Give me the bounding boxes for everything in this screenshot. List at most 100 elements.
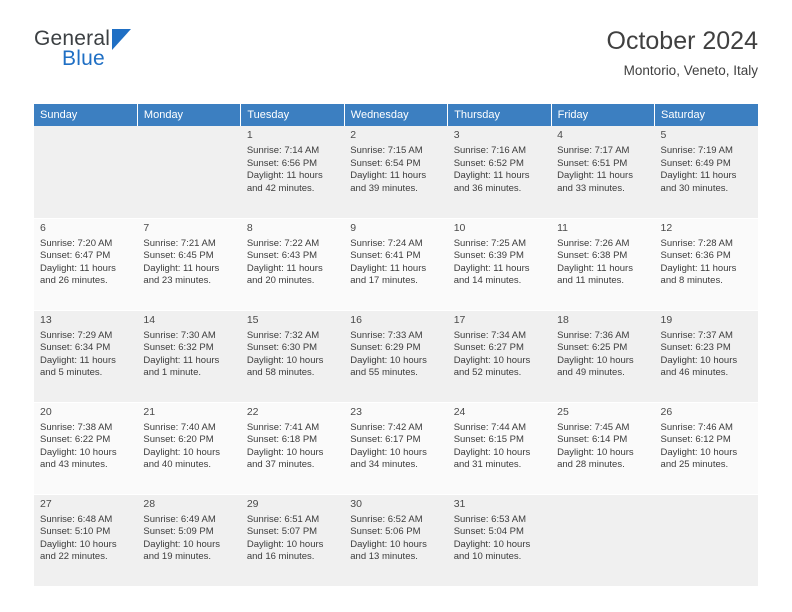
day-detail-line: Daylight: 10 hours bbox=[453, 446, 531, 458]
calendar-day-cell[interactable]: 27 Sunrise: 6:48 AM Sunset: 5:10 PM Dayligh… bbox=[34, 494, 138, 587]
day-detail-line: Daylight: 10 hours bbox=[660, 354, 738, 366]
day-detail-line: Sunset: 6:49 PM bbox=[660, 157, 731, 169]
calendar-day-cell[interactable]: 17 Sunrise: 7:34 AM Sunset: 6:27 PM Dayligh… bbox=[447, 310, 552, 403]
calendar-cell-empty bbox=[34, 126, 138, 219]
calendar-day-cell[interactable]: 5 Sunrise: 7:19 AM Sunset: 6:49 PM Daylight… bbox=[654, 126, 758, 219]
day-number: 18 bbox=[557, 313, 569, 326]
calendar-day-cell[interactable]: 25 Sunrise: 7:45 AM Sunset: 6:14 PM Dayligh… bbox=[551, 402, 655, 495]
day-number: 31 bbox=[453, 497, 466, 510]
day-detail-line: and 10 minutes. bbox=[453, 551, 522, 563]
day-detail-line: Sunset: 5:09 PM bbox=[143, 526, 214, 538]
day-detail-line: and 37 minutes. bbox=[246, 459, 315, 471]
day-detail-line: Sunset: 6:12 PM bbox=[660, 434, 731, 446]
calendar-day-cell[interactable]: 18 Sunrise: 7:36 AM Sunset: 6:25 PM Dayligh… bbox=[551, 310, 655, 403]
day-detail-line: Sunrise: 7:32 AM bbox=[246, 329, 320, 341]
day-detail-line: Sunset: 6:15 PM bbox=[453, 434, 524, 446]
day-detail-line: Sunrise: 7:25 AM bbox=[453, 237, 527, 249]
calendar-day-cell[interactable]: 1 Sunrise: 7:14 AM Sunset: 6:56 PM Daylight… bbox=[240, 126, 345, 219]
calendar-day-cell[interactable]: 13 Sunrise: 7:29 AM Sunset: 6:34 PM Dayligh… bbox=[34, 310, 138, 403]
brand-logo: General Blue bbox=[34, 28, 244, 76]
calendar-day-cell[interactable]: 8 Sunrise: 7:22 AM Sunset: 6:43 PM Daylight… bbox=[240, 218, 345, 311]
day-detail-line: Sunset: 6:56 PM bbox=[246, 157, 318, 169]
calendar-day-cell[interactable]: 10 Sunrise: 7:25 AM Sunset: 6:39 PM Dayligh… bbox=[447, 218, 552, 311]
day-detail-line: Sunset: 5:07 PM bbox=[246, 526, 318, 538]
calendar-week-row: 27 Sunrise: 6:48 AM Sunset: 5:10 PM Dayligh… bbox=[34, 494, 758, 587]
day-detail-line: and 1 minute. bbox=[143, 367, 201, 379]
calendar-week-row: 20 Sunrise: 7:38 AM Sunset: 6:22 PM Dayligh… bbox=[34, 402, 758, 495]
day-detail-line: and 34 minutes. bbox=[350, 459, 418, 471]
calendar-day-cell[interactable]: 4 Sunrise: 7:17 AM Sunset: 6:51 PM Daylight… bbox=[551, 126, 655, 219]
day-number: 27 bbox=[40, 497, 52, 510]
calendar-day-cell[interactable]: 24 Sunrise: 7:44 AM Sunset: 6:15 PM Dayligh… bbox=[447, 402, 552, 495]
calendar-day-cell[interactable]: 21 Sunrise: 7:40 AM Sunset: 6:20 PM Dayligh… bbox=[137, 402, 241, 495]
day-detail-line: Daylight: 10 hours bbox=[557, 446, 634, 458]
calendar-day-cell[interactable]: 7 Sunrise: 7:21 AM Sunset: 6:45 PM Daylight… bbox=[137, 218, 241, 311]
calendar-day-cell[interactable]: 30 Sunrise: 6:52 AM Sunset: 5:06 PM Dayligh… bbox=[344, 494, 448, 587]
day-detail-line: and 14 minutes. bbox=[453, 275, 522, 287]
calendar-cell-empty bbox=[551, 494, 655, 587]
day-detail-line: Sunset: 6:23 PM bbox=[660, 342, 731, 354]
day-number: 19 bbox=[660, 313, 673, 326]
calendar-day-cell[interactable]: 23 Sunrise: 7:42 AM Sunset: 6:17 PM Dayligh… bbox=[344, 402, 448, 495]
day-number: 1 bbox=[246, 129, 253, 141]
day-number: 15 bbox=[246, 313, 259, 326]
calendar-day-cell[interactable]: 15 Sunrise: 7:32 AM Sunset: 6:30 PM Dayligh… bbox=[240, 310, 345, 403]
title-block: October 2024 Montorio, Veneto, Italy bbox=[607, 26, 759, 79]
day-detail-line: Daylight: 10 hours bbox=[453, 538, 531, 550]
calendar-day-cell[interactable]: 16 Sunrise: 7:33 AM Sunset: 6:29 PM Dayligh… bbox=[344, 310, 448, 403]
day-detail-line: Sunrise: 7:36 AM bbox=[557, 329, 630, 341]
day-detail-line: Sunset: 6:36 PM bbox=[660, 250, 731, 262]
day-number: 5 bbox=[660, 129, 667, 141]
day-detail-line: Daylight: 11 hours bbox=[350, 262, 427, 274]
day-detail-line: Sunrise: 7:30 AM bbox=[143, 329, 216, 341]
day-number: 25 bbox=[557, 405, 569, 418]
day-number: 16 bbox=[350, 313, 362, 326]
calendar-day-cell[interactable]: 22 Sunrise: 7:41 AM Sunset: 6:18 PM Dayligh… bbox=[240, 402, 345, 495]
day-detail-line: Sunrise: 7:16 AM bbox=[453, 145, 527, 156]
calendar-day-cell[interactable]: 31 Sunrise: 6:53 AM Sunset: 5:04 PM Dayligh… bbox=[447, 494, 552, 587]
day-detail-line: and 42 minutes. bbox=[246, 182, 315, 194]
calendar-day-cell[interactable]: 28 Sunrise: 6:49 AM Sunset: 5:09 PM Dayligh… bbox=[137, 494, 241, 587]
day-detail-line: Sunrise: 7:24 AM bbox=[350, 237, 423, 249]
day-detail-line: Sunrise: 7:21 AM bbox=[143, 237, 216, 249]
day-detail-line: Sunset: 6:51 PM bbox=[557, 157, 628, 169]
day-detail-line: and 52 minutes. bbox=[453, 367, 522, 379]
calendar-day-cell[interactable]: 26 Sunrise: 7:46 AM Sunset: 6:12 PM Dayligh… bbox=[654, 402, 758, 495]
weekday-header-row: Sunday Monday Tuesday Wednesday Thursday… bbox=[34, 104, 758, 126]
calendar-day-cell[interactable]: 20 Sunrise: 7:38 AM Sunset: 6:22 PM Dayligh… bbox=[34, 402, 138, 495]
day-detail-line: Sunrise: 7:17 AM bbox=[557, 145, 630, 156]
day-detail-line: and 5 minutes. bbox=[40, 367, 103, 379]
triangle-logo-icon bbox=[112, 29, 132, 50]
day-detail-line: Sunrise: 7:22 AM bbox=[246, 237, 320, 249]
calendar-day-cell[interactable]: 9 Sunrise: 7:24 AM Sunset: 6:41 PM Daylight… bbox=[344, 218, 448, 311]
calendar-day-cell[interactable]: 29 Sunrise: 6:51 AM Sunset: 5:07 PM Dayligh… bbox=[240, 494, 345, 587]
day-detail-line: Daylight: 10 hours bbox=[557, 354, 634, 366]
day-detail-line: Sunrise: 7:29 AM bbox=[40, 329, 113, 341]
calendar-day-cell[interactable]: 2 Sunrise: 7:15 AM Sunset: 6:54 PM Daylight… bbox=[344, 126, 448, 219]
calendar-day-cell[interactable]: 6 Sunrise: 7:20 AM Sunset: 6:47 PM Daylight… bbox=[34, 218, 138, 311]
day-detail-line: Sunset: 6:45 PM bbox=[143, 250, 214, 262]
day-detail-line: and 11 minutes. bbox=[557, 275, 625, 287]
calendar-day-cell[interactable]: 3 Sunrise: 7:16 AM Sunset: 6:52 PM Daylight… bbox=[447, 126, 552, 219]
day-detail-line: Sunset: 5:04 PM bbox=[453, 526, 524, 538]
day-number: 13 bbox=[40, 313, 52, 326]
day-detail-line: Sunrise: 7:26 AM bbox=[557, 237, 630, 249]
day-number: 7 bbox=[143, 221, 150, 234]
day-detail-line: Sunrise: 6:53 AM bbox=[453, 513, 527, 525]
day-detail-line: Daylight: 11 hours bbox=[660, 262, 737, 274]
day-detail-line: Sunrise: 7:46 AM bbox=[660, 421, 733, 433]
calendar-day-cell[interactable]: 19 Sunrise: 7:37 AM Sunset: 6:23 PM Dayligh… bbox=[654, 310, 758, 403]
calendar-cell-empty bbox=[137, 126, 241, 219]
day-detail-line: Daylight: 11 hours bbox=[40, 354, 116, 366]
day-detail-line: Sunset: 6:20 PM bbox=[143, 434, 214, 446]
calendar-body: 1 Sunrise: 7:14 AM Sunset: 6:56 PM Daylight… bbox=[34, 126, 758, 587]
weekday-header-monday: Monday bbox=[137, 104, 242, 126]
day-number: 12 bbox=[660, 221, 673, 234]
calendar-day-cell[interactable]: 14 Sunrise: 7:30 AM Sunset: 6:32 PM Dayligh… bbox=[137, 310, 241, 403]
day-detail-line: Daylight: 10 hours bbox=[246, 446, 324, 458]
day-detail-line: and 40 minutes. bbox=[143, 459, 212, 471]
calendar-day-cell[interactable]: 11 Sunrise: 7:26 AM Sunset: 6:38 PM Dayligh… bbox=[551, 218, 655, 311]
day-detail-line: Daylight: 10 hours bbox=[660, 446, 738, 458]
day-detail-line: and 20 minutes. bbox=[246, 275, 315, 287]
calendar-day-cell[interactable]: 12 Sunrise: 7:28 AM Sunset: 6:36 PM Dayligh… bbox=[654, 218, 758, 311]
